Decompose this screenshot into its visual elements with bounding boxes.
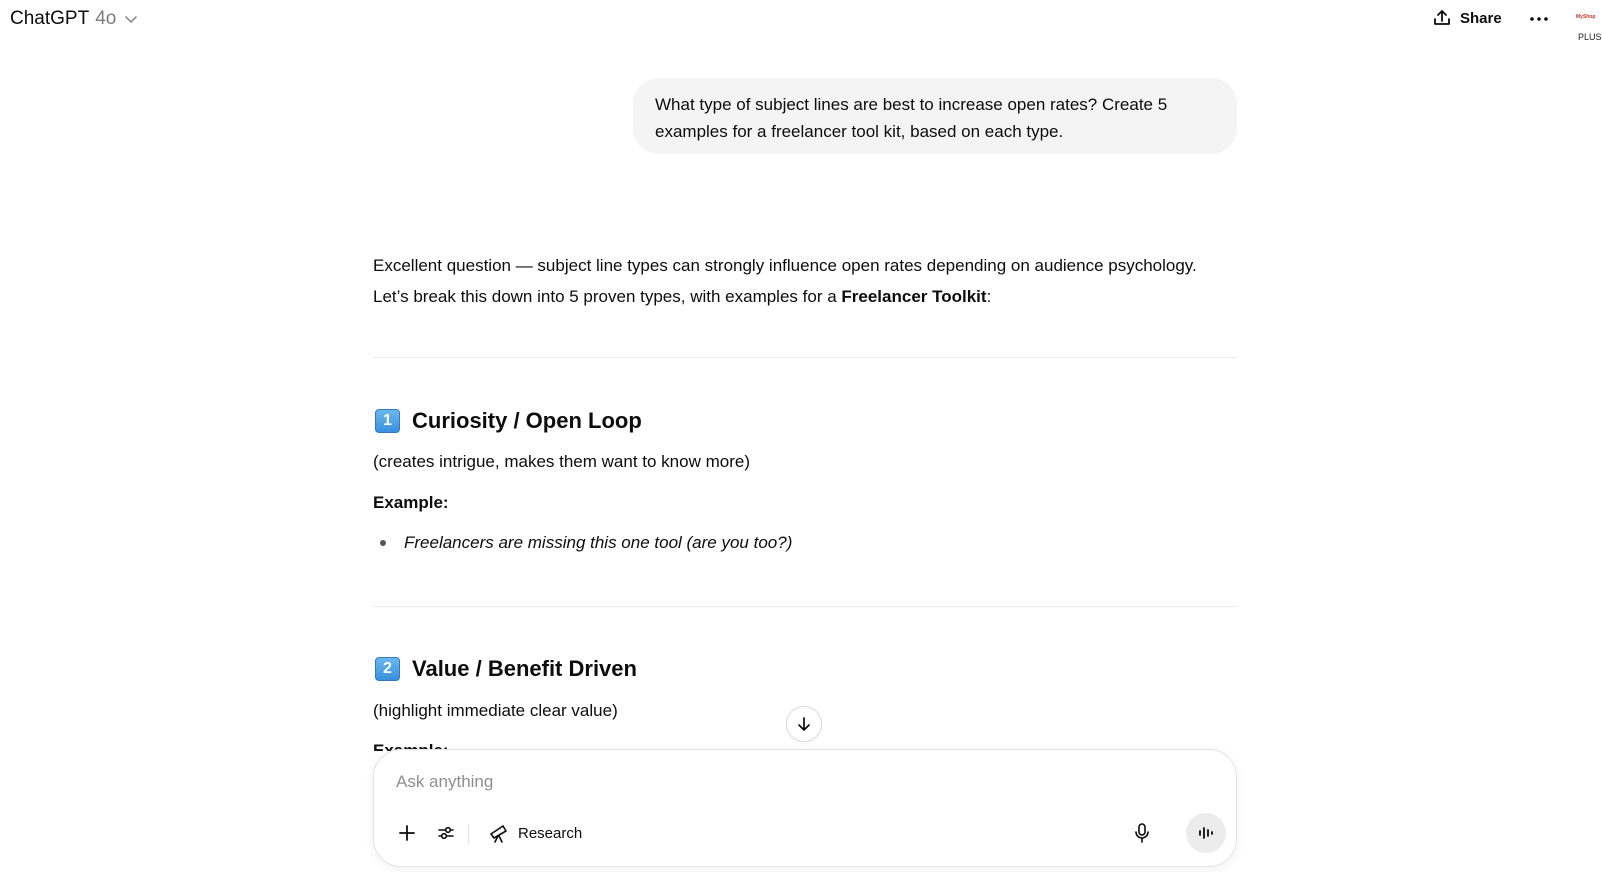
prompt-input[interactable] (396, 768, 1096, 796)
plus-icon (399, 825, 415, 841)
assistant-intro: Excellent question — subject line types … (373, 250, 1237, 312)
intro-text: Excellent question — subject line types … (373, 256, 1197, 306)
composer: Research (373, 749, 1237, 867)
section-title: Value / Benefit Driven (412, 656, 637, 681)
dictate-button[interactable] (1124, 815, 1160, 851)
tools-button[interactable] (428, 815, 464, 851)
more-horizontal-icon (1530, 17, 1548, 21)
telescope-icon (490, 825, 507, 843)
section-title: Curiosity / Open Loop (412, 408, 642, 433)
profile-avatar[interactable]: MyShop PLUS (1572, 10, 1602, 44)
example-label: Example: (373, 493, 449, 512)
section-heading-2: 2 Value / Benefit Driven (375, 656, 637, 682)
microphone-icon (1135, 823, 1149, 843)
keycap-number-icon: 2 (375, 657, 400, 681)
arrow-down-icon (798, 717, 810, 731)
model-name: ChatGPT (10, 8, 90, 29)
toolbar-separator (468, 824, 469, 844)
intro-end: : (986, 287, 992, 306)
model-switcher[interactable]: ChatGPT 4o (10, 8, 138, 30)
section-description: (creates intrigue, makes them want to kn… (373, 452, 750, 471)
avatar-logo: MyShop (1576, 14, 1596, 20)
assistant-message: Excellent question — subject line types … (373, 250, 1237, 312)
section-heading-1: 1 Curiosity / Open Loop (375, 408, 642, 434)
divider (373, 357, 1237, 358)
sliders-icon (438, 826, 454, 840)
top-bar: ChatGPT 4o Share MyShop PLUS (0, 0, 1602, 44)
voice-mode-button[interactable] (1186, 813, 1226, 853)
intro-bold: Freelancer Toolkit (841, 287, 987, 306)
add-attachment-button[interactable] (389, 815, 425, 851)
section-description: (highlight immediate clear value) (373, 701, 618, 720)
keycap-number-icon: 1 (375, 409, 400, 433)
model-version: 4o (95, 8, 117, 29)
research-button[interactable]: Research (484, 815, 586, 851)
list-item: Freelancers are missing this one tool (a… (380, 533, 792, 553)
scroll-to-bottom-button[interactable] (786, 706, 822, 742)
voice-wave-icon (1199, 827, 1213, 839)
divider (373, 606, 1237, 607)
share-label: Share (1460, 9, 1502, 27)
more-options-button[interactable] (1526, 9, 1552, 29)
research-label: Research (518, 824, 583, 842)
share-button[interactable]: Share (1432, 8, 1502, 28)
example-text: Freelancers are missing this one tool (a… (404, 533, 793, 552)
bullet-icon (380, 540, 386, 546)
user-message: What type of subject lines are best to i… (633, 78, 1237, 154)
chevron-down-icon (125, 16, 138, 23)
plan-badge: PLUS (1578, 32, 1602, 42)
share-icon (1434, 10, 1450, 25)
